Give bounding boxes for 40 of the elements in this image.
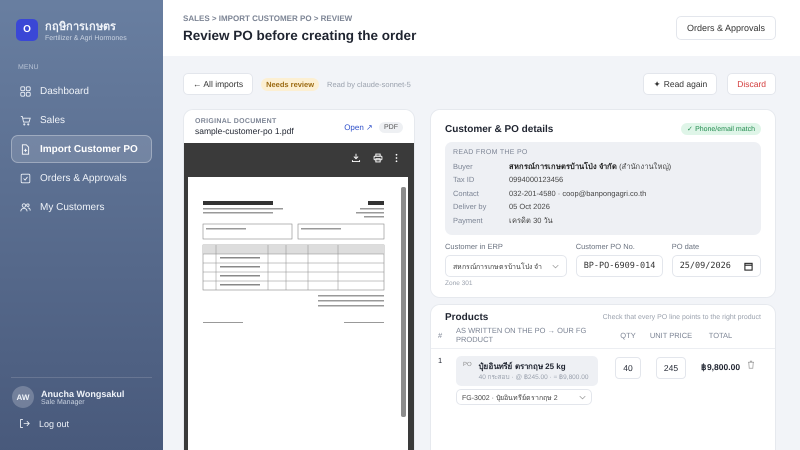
users-icon	[20, 202, 31, 212]
trash-icon[interactable]	[747, 360, 755, 370]
sidebar-item[interactable]: Sales	[11, 106, 152, 134]
section-title: Customer & PO details	[445, 124, 554, 134]
more-icon[interactable]	[395, 153, 398, 163]
qty-field[interactable]: 40	[615, 357, 641, 380]
logout-icon	[19, 418, 30, 429]
print-icon[interactable]	[373, 153, 383, 163]
calendar-icon	[744, 262, 753, 271]
line-total: ฿9,800.00	[700, 361, 742, 372]
back-button[interactable]: ← All imports	[183, 73, 254, 95]
section-title: Products	[445, 312, 488, 324]
sidebar-item[interactable]: Orders & Approvals	[11, 164, 152, 192]
po-date-field[interactable]: 25/09/2026	[672, 255, 761, 278]
orders-approvals-button[interactable]: Orders & Approvals	[676, 16, 776, 40]
sidebar-item[interactable]: Import Customer PO	[11, 135, 152, 163]
po-number-field[interactable]: BP-PO-6909-014	[576, 255, 663, 278]
discard-button[interactable]: Discard	[727, 73, 776, 95]
file-icon	[20, 144, 31, 154]
user-avatar: AW	[12, 386, 34, 408]
sidebar-item[interactable]: Dashboard	[11, 77, 152, 105]
open-link[interactable]: Open ↗	[344, 122, 373, 132]
breadcrumb: SALES > IMPORT CUSTOMER PO > REVIEW	[183, 14, 354, 22]
page-title: Review PO before creating the order	[183, 28, 416, 42]
checkbox-icon	[20, 172, 31, 184]
scrollbar[interactable]	[401, 187, 406, 417]
brand-name: กฤษิการเกษตร	[45, 20, 117, 34]
chevron-down-icon	[552, 264, 559, 269]
product-name: ปุ๋ยอินทรีย์ ตรากฤษ 25 kg	[478, 360, 567, 374]
cart-icon	[20, 114, 31, 126]
chevron-down-icon	[579, 394, 586, 400]
user-name: Anucha Wongsakul	[41, 388, 124, 398]
sidebar-item[interactable]: My Customers	[11, 193, 152, 221]
unit-price-field[interactable]: 245	[656, 357, 686, 380]
download-icon[interactable]	[351, 153, 361, 163]
read-again-button[interactable]: ✦ Read again	[643, 73, 718, 95]
logout-link[interactable]: Log out	[11, 418, 152, 450]
grid-icon	[20, 86, 31, 96]
brand-logo: O	[16, 18, 38, 40]
file-name: sample-customer-po 1.pdf	[195, 126, 294, 136]
